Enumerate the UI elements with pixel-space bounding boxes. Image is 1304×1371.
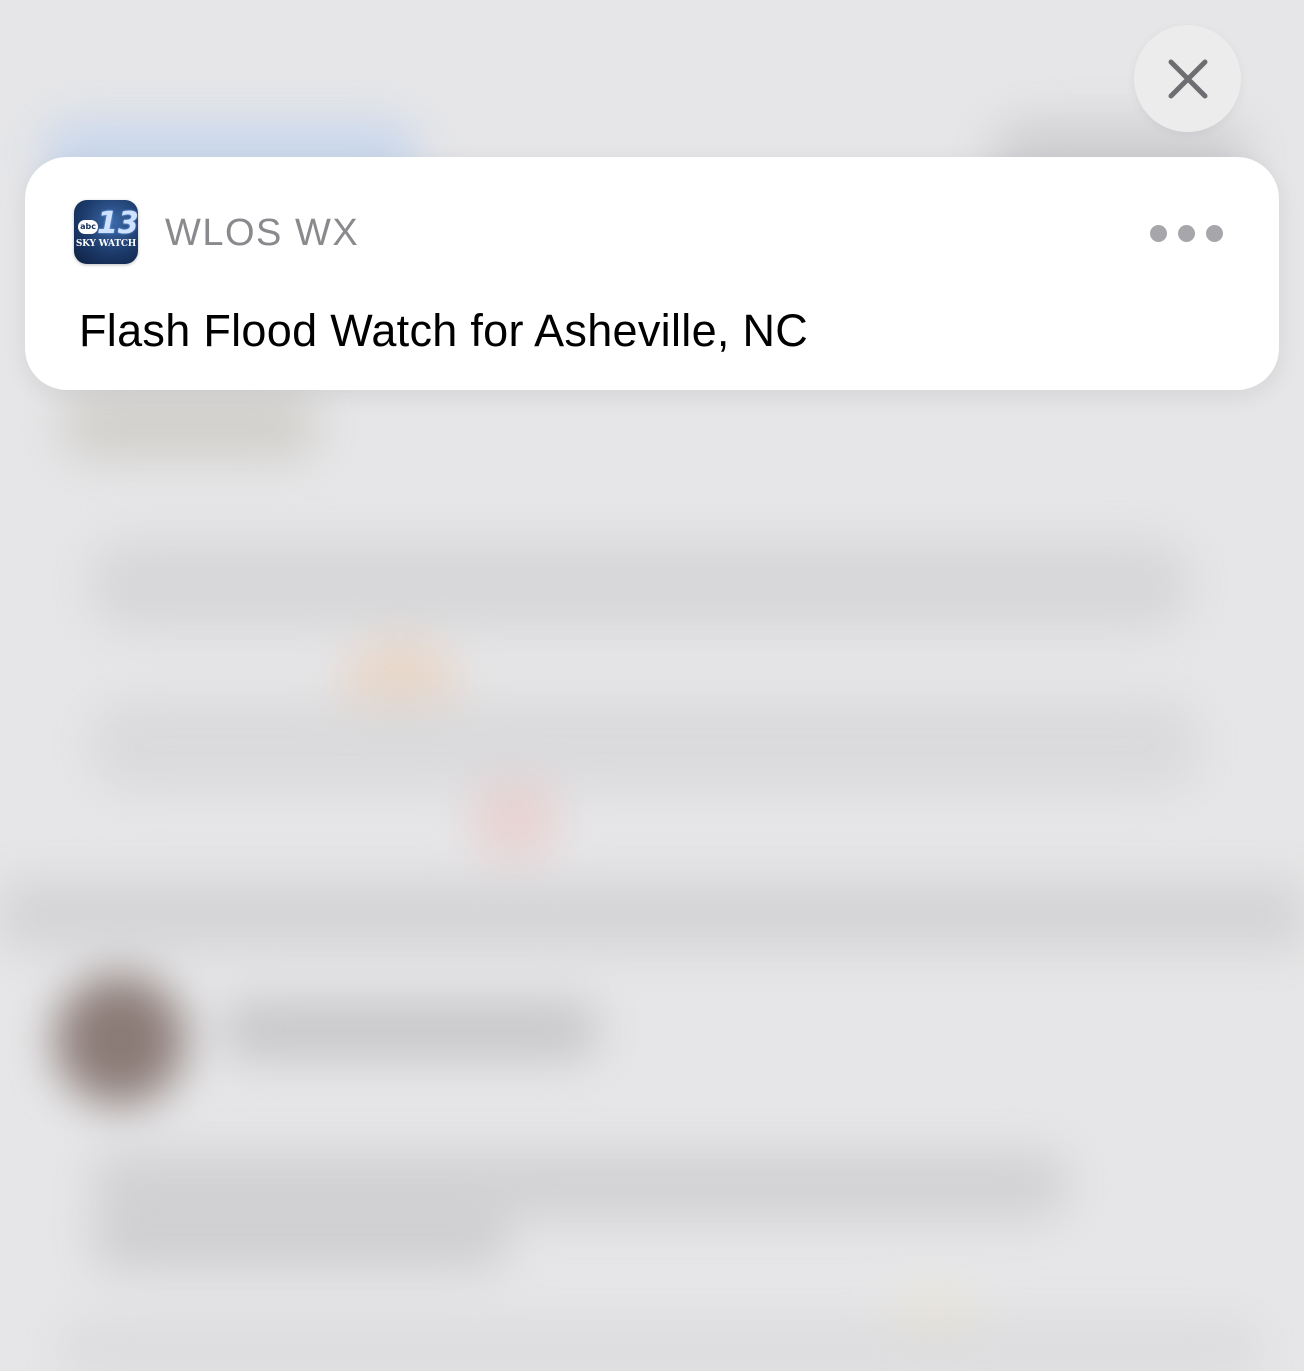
logo-abc-text: abc <box>78 220 98 234</box>
notification-card[interactable]: abc 13 SKY WATCH WLOS WX Flash Flood Wat… <box>25 157 1279 390</box>
blurred-content <box>90 540 1190 630</box>
notification-overlay: abc 13 SKY WATCH WLOS WX Flash Flood Wat… <box>0 0 1304 1371</box>
ellipsis-icon <box>1177 224 1195 242</box>
logo-number-text: 13 <box>97 206 138 241</box>
blurred-avatar <box>55 975 185 1105</box>
blurred-content <box>220 1000 600 1060</box>
app-name: WLOS WX <box>165 212 360 254</box>
ellipsis-icon <box>1205 224 1223 242</box>
close-icon <box>1168 59 1207 98</box>
more-options-button[interactable] <box>1141 213 1231 253</box>
blurred-content <box>60 1320 1260 1371</box>
logo-skywatch-text: SKY WATCH <box>75 239 137 249</box>
notification-message: Flash Flood Watch for Asheville, NC <box>79 305 809 356</box>
wlos-skywatch-app-icon: abc 13 SKY WATCH <box>74 200 138 264</box>
blurred-content <box>470 780 560 860</box>
blurred-content <box>90 700 1200 790</box>
blurred-content <box>90 1210 510 1270</box>
blurred-content <box>0 880 1304 950</box>
close-button[interactable] <box>1134 25 1241 132</box>
blurred-content <box>60 390 320 460</box>
ellipsis-icon <box>1149 224 1167 242</box>
